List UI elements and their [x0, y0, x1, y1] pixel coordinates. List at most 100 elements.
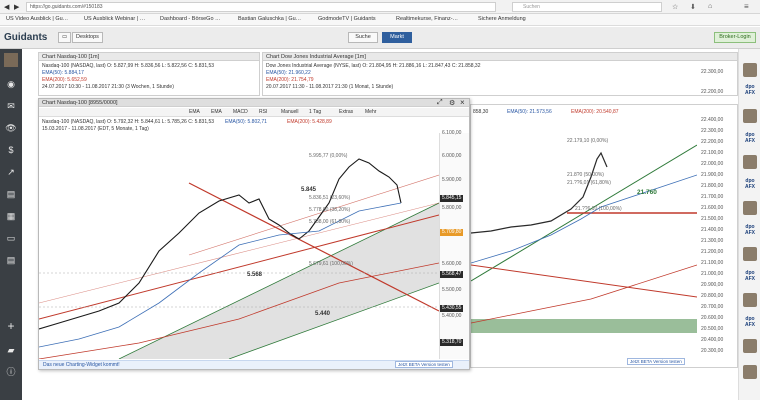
add-icon[interactable]: +	[4, 319, 18, 333]
news-author-avatar[interactable]	[743, 63, 757, 77]
back-icon[interactable]: ◀	[4, 3, 9, 11]
axis-tick: 5.500,00	[442, 287, 462, 293]
axis-tick: 5.600,00	[442, 261, 462, 267]
axis-tick: 22.400,00	[701, 117, 724, 123]
dpo-afx-logo[interactable]: dpo AFX	[742, 178, 758, 190]
widget-title: Chart Nasdaq-100 [1m]	[39, 53, 259, 61]
axis-tick: 22.200,00	[701, 139, 724, 145]
axis-tick: 21.900,00	[701, 172, 724, 178]
nasdaq-chart-canvas[interactable]	[39, 133, 439, 359]
date-range: 20.07.2017 11:30 - 11.08.2017 21:30 (1 M…	[266, 84, 394, 90]
toolbar-extras[interactable]: Extras	[339, 109, 353, 115]
date-legend: 15.03.2017 - 11.08.2017 (EDT, 5 Monate, …	[42, 126, 149, 132]
left-sidebar: ◉ ✉ 👁 $ ↗ ▤ ▦ ▭ ▤ + ▰ ⓘ	[0, 49, 22, 400]
axis-tick: 22.200,00	[701, 89, 724, 95]
right-sidebar: dpo AFX dpo AFX dpo AFX dpo AFX dpo AFX …	[738, 49, 760, 400]
info-icon[interactable]: ⓘ	[4, 365, 18, 379]
bookmark-5[interactable]: GodmodeTV | Guidants	[318, 16, 376, 22]
desktop-icon-button[interactable]: ▭	[58, 32, 72, 43]
beta-test-button[interactable]: Jetzt BETA Version testen	[395, 361, 453, 368]
news-author-avatar[interactable]	[743, 293, 757, 307]
url-text: https://go.guidants.com/#150183	[30, 4, 103, 10]
news-icon[interactable]: ▤	[4, 253, 18, 267]
level-label: 5.440	[315, 311, 331, 317]
toolbar-ema-2[interactable]: EMA	[211, 109, 222, 115]
axis-tick: 22.100,00	[701, 150, 724, 156]
widget-title: Chart Dow Jones Industrial Average [1m]	[263, 53, 737, 61]
dpo-afx-logo[interactable]: dpo AFX	[742, 84, 758, 96]
news-author-avatar[interactable]	[743, 339, 757, 353]
bookmarks-bar: US Video Ausblick | Gu… US Ausblick Webi…	[0, 14, 760, 26]
news-author-avatar[interactable]	[743, 365, 757, 379]
broker-login-button[interactable]: Broker-Login	[714, 32, 756, 43]
price-tag-current: 5.845,15	[440, 195, 464, 202]
grid-icon[interactable]: ▦	[4, 209, 18, 223]
date-range: 24.07.2017 10:30 - 11.08.2017 21:30 (3 W…	[42, 84, 174, 90]
dpo-afx-logo[interactable]: dpo AFX	[742, 224, 758, 236]
dow-chart-widget: 858,30 EMA(50): 21.573,56 EMA(200): 20.5…	[470, 104, 738, 368]
toolbar-timeframe[interactable]: 1 Tag	[309, 109, 321, 115]
user-avatar-icon[interactable]	[4, 53, 18, 67]
news-author-avatar[interactable]	[743, 109, 757, 123]
bookmark-2[interactable]: US Ausblick Webinar | …	[84, 16, 145, 22]
bookmark-3[interactable]: Dashboard - BörseGo …	[160, 16, 221, 22]
chat-icon[interactable]: ✉	[4, 99, 18, 113]
browser-toolbar: ◀ ▶ https://go.guidants.com/#150183 Such…	[0, 0, 760, 14]
markt-button[interactable]: Markt	[382, 32, 412, 43]
close-icon[interactable]: ×	[460, 98, 465, 107]
eye-watch-icon[interactable]: 👁	[4, 121, 18, 135]
bookmark-6[interactable]: Realtimekurse, Finanz-…	[396, 16, 458, 22]
search-button[interactable]: Suche	[348, 32, 378, 43]
dpo-afx-logo[interactable]: dpo AFX	[742, 270, 758, 282]
settings-icon[interactable]: ⚙	[449, 99, 455, 107]
home-icon[interactable]: ⌂	[708, 3, 712, 10]
notice-text: Das neue Charting-Widget kommt!	[43, 362, 120, 368]
menu-icon[interactable]: ≡	[744, 2, 749, 11]
url-bar[interactable]: https://go.guidants.com/#150183	[26, 2, 496, 12]
toolbar-manuell[interactable]: Manuell	[281, 109, 299, 115]
bookmark-7[interactable]: Sichere Anmeldung	[478, 16, 526, 22]
news-author-avatar[interactable]	[743, 201, 757, 215]
browser-search-input[interactable]: Suchen	[512, 2, 662, 12]
dow-price-axis: 22.400,00 22.300,00 22.200,00 22.100,00 …	[699, 115, 739, 357]
expand-icon[interactable]: ⤢	[437, 99, 443, 107]
eye-icon[interactable]: ◉	[4, 77, 18, 91]
app-logo[interactable]: Guidants	[4, 32, 47, 43]
news-author-avatar[interactable]	[743, 247, 757, 261]
ema200-label: EMA(200): 21.754,79	[266, 77, 314, 83]
bookmark-1[interactable]: US Video Ausblick | Gu…	[6, 16, 68, 22]
folder-icon[interactable]: ▭	[4, 231, 18, 245]
bookmark-4[interactable]: Bastian Galuschka | Gu…	[238, 16, 301, 22]
axis-tick: 5.400,00	[442, 313, 462, 319]
dpo-afx-logo[interactable]: dpo AFX	[742, 132, 758, 144]
forward-icon[interactable]: ▶	[14, 3, 19, 11]
news-author-avatar[interactable]	[743, 155, 757, 169]
axis-tick: 20.900,00	[701, 282, 724, 288]
support-zone	[471, 319, 697, 333]
level-label: 5.845	[301, 187, 317, 193]
search-placeholder: Suchen	[523, 4, 540, 10]
axis-tick: 21.100,00	[701, 260, 724, 266]
fib-label: 22.179,10 (0,00%)	[567, 138, 609, 144]
dow-chart-canvas[interactable]	[471, 115, 697, 357]
toolbar-macd[interactable]: MACD	[233, 109, 248, 115]
download-icon[interactable]: ⬇	[690, 3, 696, 11]
trend-icon[interactable]: ↗	[4, 165, 18, 179]
document-icon[interactable]: ▤	[4, 187, 18, 201]
fib-label: 21.??6,01 (61,80%)	[567, 180, 611, 186]
level-label: 5.568	[247, 272, 263, 278]
dpo-afx-logo[interactable]: dpo AFX	[742, 316, 758, 328]
nasdaq-mini-widget: Chart Nasdaq-100 [1m] Nasdaq-100 (NASDAQ…	[38, 52, 260, 96]
window-title-bar[interactable]: Chart Nasdaq-100 [8955/0000]	[39, 99, 469, 107]
toolbar-mehr[interactable]: Mehr	[365, 109, 376, 115]
dollar-icon[interactable]: $	[4, 143, 18, 157]
desktops-tab[interactable]: Desktops	[72, 32, 103, 43]
beta-test-button[interactable]: Jetzt BETA Version testen	[627, 358, 685, 365]
chart-toolbar: EMA EMA MACD RSI Manuell 1 Tag Extras Me…	[39, 108, 469, 117]
bookmark-star-icon[interactable]: ☆	[672, 3, 678, 11]
axis-tick: 21.400,00	[701, 227, 724, 233]
toolbar-ema-1[interactable]: EMA	[189, 109, 200, 115]
axis-tick: 21.300,00	[701, 238, 724, 244]
folder-open-icon[interactable]: ▰	[4, 343, 18, 357]
toolbar-rsi[interactable]: RSI	[259, 109, 267, 115]
